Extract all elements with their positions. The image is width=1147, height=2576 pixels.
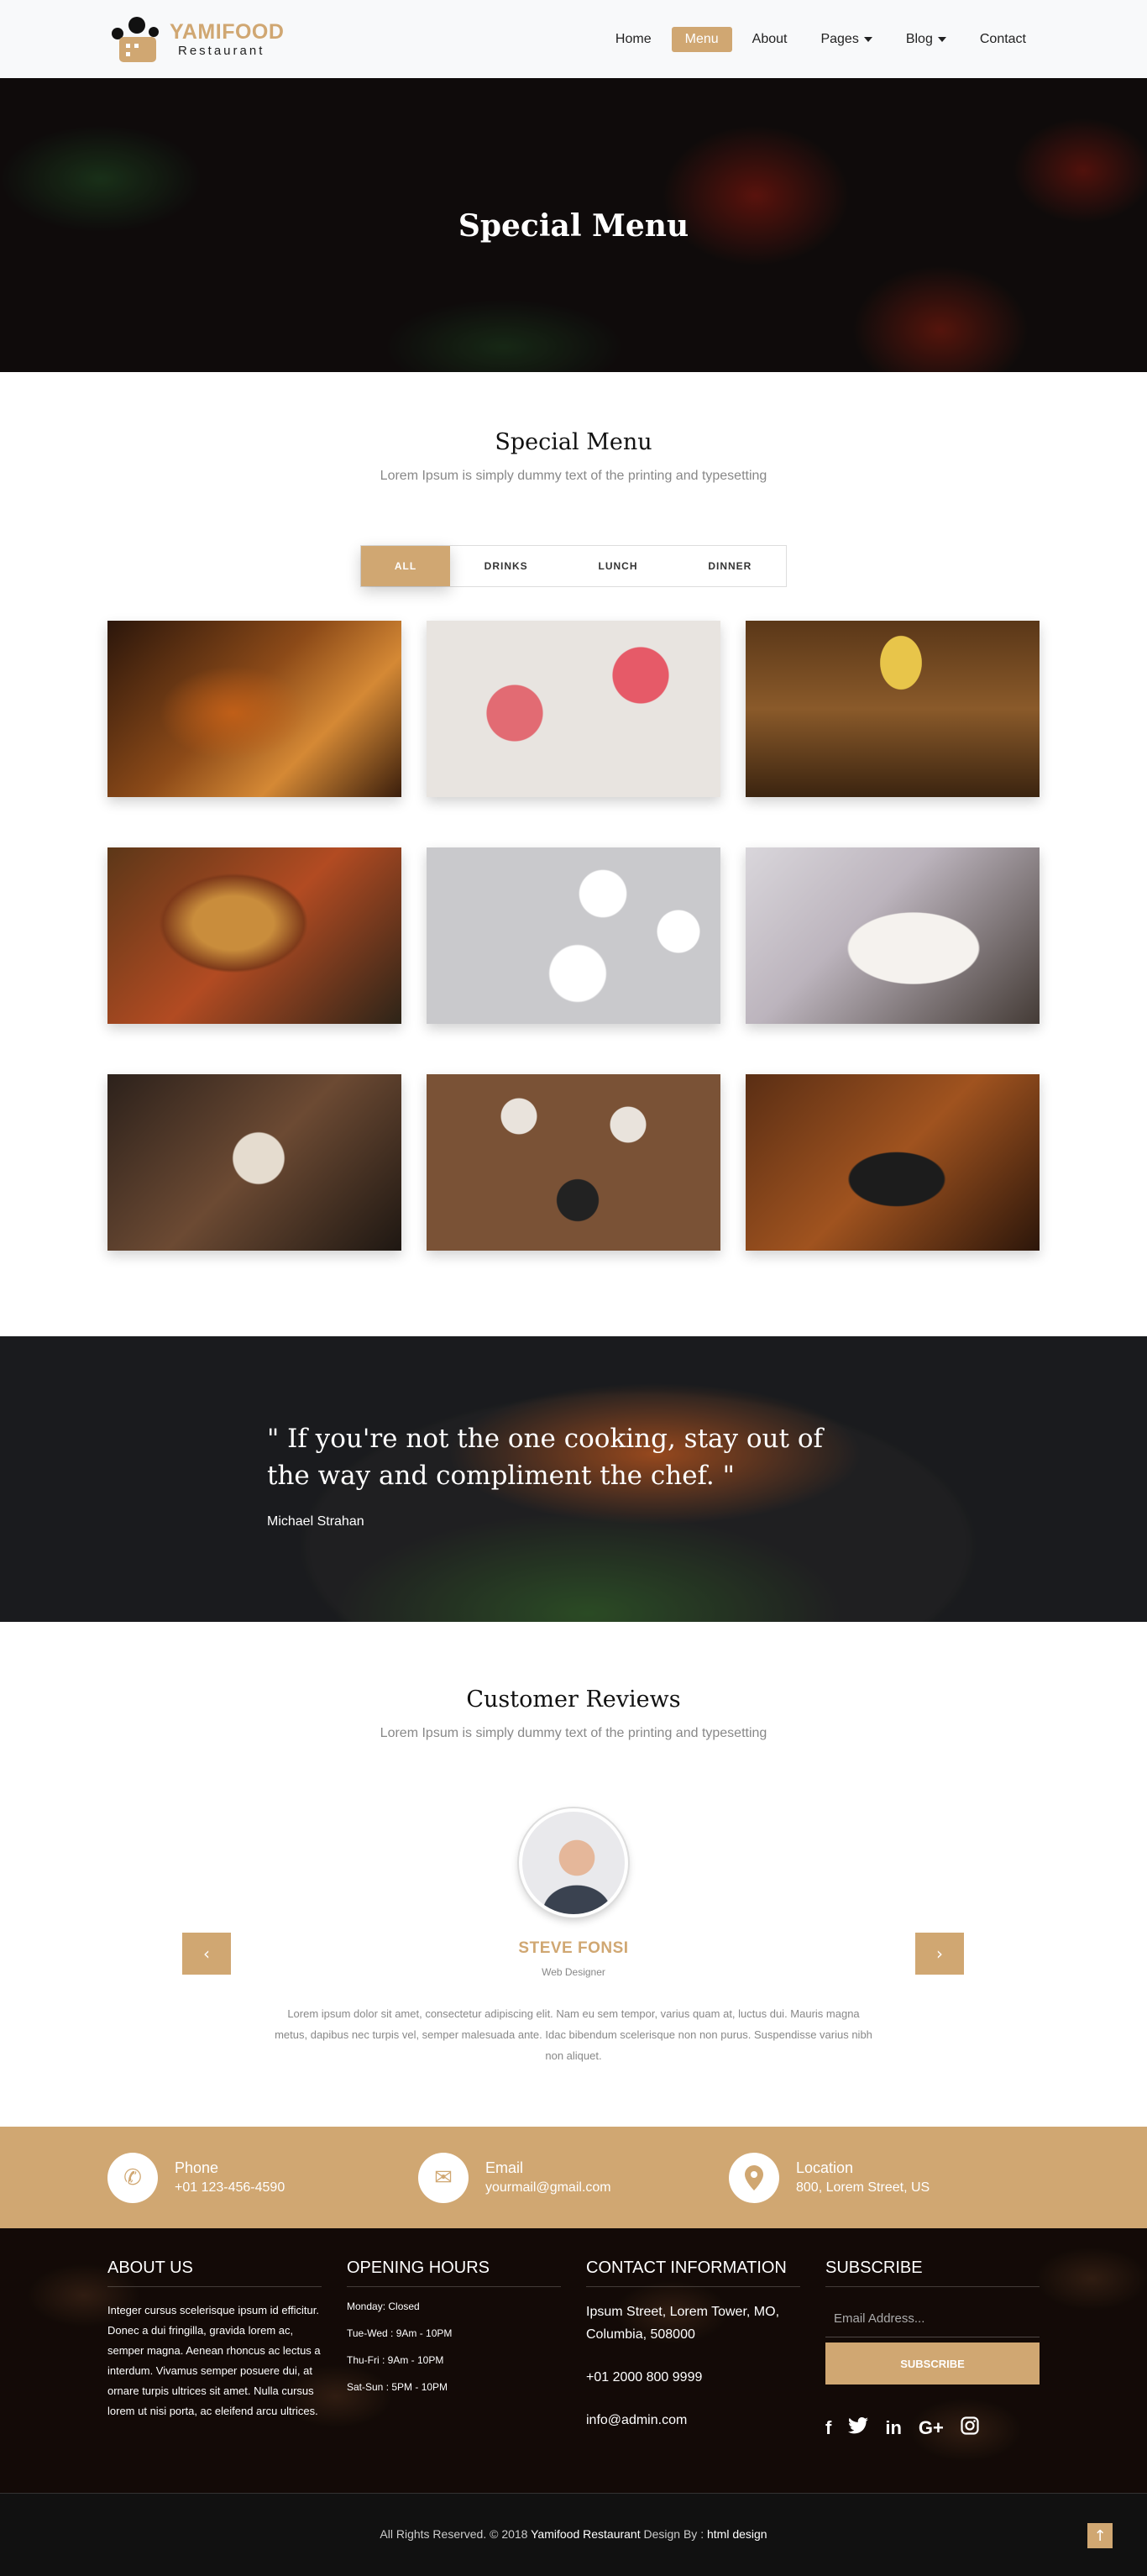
- contact-phone: ✆ Phone +01 123-456-4590: [107, 2152, 418, 2203]
- hours-item: Monday: Closed: [347, 2301, 420, 2312]
- nav-pages-label: Pages: [820, 31, 859, 46]
- menu-section: Special Menu Lorem Ipsum is simply dummy…: [0, 372, 1147, 1336]
- brand-tagline: Restaurant: [178, 43, 265, 58]
- subscribe-button[interactable]: SUBSCRIBE: [825, 2343, 1040, 2385]
- hours-item: Thu-Fri : 9Am - 10PM: [347, 2354, 444, 2366]
- carousel-next-button[interactable]: ›: [915, 1933, 964, 1975]
- google-plus-icon[interactable]: G+: [919, 2417, 944, 2439]
- chevron-right-icon: ›: [936, 1944, 943, 1964]
- menu-gallery: [107, 621, 1040, 1251]
- review-text: Lorem ipsum dolor sit amet, consectetur …: [275, 2007, 872, 2062]
- menu-heading: Special Menu Lorem Ipsum is simply dummy…: [107, 429, 1040, 484]
- subscribe-email-input[interactable]: [825, 2301, 1040, 2337]
- salmon-plate-image[interactable]: [746, 847, 1040, 1024]
- footer-email: info@admin.com: [586, 2413, 688, 2427]
- copyright-bar: All Rights Reserved. © 2018 Yamifood Res…: [0, 2493, 1147, 2576]
- carousel-prev-button[interactable]: ‹: [182, 1933, 231, 1975]
- copyright-company-link[interactable]: Yamifood Restaurant: [531, 2527, 640, 2541]
- hero-title: Special Menu: [458, 208, 689, 244]
- reviews-subtitle: Lorem Ipsum is simply dummy text of the …: [380, 1726, 767, 1740]
- twitter-icon[interactable]: [848, 2416, 869, 2439]
- instagram-icon[interactable]: [961, 2416, 979, 2440]
- email-label: Email: [485, 2159, 524, 2176]
- footer-phone: +01 2000 800 9999: [586, 2370, 703, 2385]
- dining-table-image[interactable]: [107, 1074, 401, 1251]
- pink-drinks-image[interactable]: [427, 621, 720, 797]
- nav-contact[interactable]: Contact: [966, 27, 1040, 52]
- skillet-dish-image[interactable]: [746, 1074, 1040, 1251]
- footer-contact: CONTACT INFORMATION Ipsum Street, Lorem …: [586, 2259, 800, 2452]
- caret-down-icon: [863, 36, 872, 42]
- copyright-designer-link[interactable]: html design: [707, 2527, 767, 2541]
- phone-icon: ✆: [107, 2152, 158, 2203]
- envelope-icon: ✉: [418, 2152, 469, 2203]
- brand-logo[interactable]: YAMIFOOD Restaurant: [107, 15, 284, 64]
- filter-dinner[interactable]: DINNER: [674, 546, 786, 586]
- chevron-left-icon: ‹: [203, 1944, 210, 1964]
- nav-blog-dropdown[interactable]: Blog: [893, 27, 960, 52]
- main-nav: Home Menu About Pages Blog Contact: [602, 26, 1040, 52]
- navbar: YAMIFOOD Restaurant Home Menu About Page…: [0, 0, 1147, 78]
- review-carousel: ‹ STEVE FONSI Web Designer Lorem ipsum d…: [0, 1808, 1147, 2066]
- footer-about-title: ABOUT US: [107, 2259, 322, 2287]
- beer-glass-image[interactable]: [746, 621, 1040, 797]
- footer-address: Ipsum Street, Lorem Tower, MO, Columbia,…: [586, 2305, 780, 2342]
- nav-about[interactable]: About: [739, 27, 801, 52]
- hero-banner: Special Menu: [0, 78, 1147, 372]
- phone-value: +01 123-456-4590: [175, 2180, 285, 2195]
- copyright-text: All Rights Reserved. © 2018 Yamifood Res…: [0, 2527, 1147, 2541]
- facebook-icon[interactable]: f: [825, 2417, 831, 2439]
- copyright-design-by: Design By :: [643, 2527, 704, 2541]
- arrow-up-icon: ↑: [1093, 2526, 1107, 2545]
- hours-item: Tue-Wed : 9Am - 10PM: [347, 2327, 453, 2339]
- menu-filter-bar: ALL DRINKS LUNCH DINNER: [360, 545, 787, 587]
- location-value: 800, Lorem Street, US: [796, 2180, 930, 2195]
- nav-home[interactable]: Home: [602, 27, 665, 52]
- copyright-prefix: All Rights Reserved. © 2018: [380, 2527, 528, 2541]
- reviews-heading: Customer Reviews Lorem Ipsum is simply d…: [0, 1687, 1147, 1741]
- reviewer-name: STEVE FONSI: [518, 1939, 629, 1957]
- contact-location: Location 800, Lorem Street, US: [729, 2152, 1040, 2203]
- korean-dishes-image[interactable]: [427, 1074, 720, 1251]
- reviewer-role: Web Designer: [542, 1966, 605, 1978]
- hours-item: Sat-Sun : 5PM - 10PM: [347, 2381, 448, 2393]
- reviewer-avatar: [519, 1808, 628, 1918]
- footer-about: ABOUT US Integer cursus scelerisque ipsu…: [107, 2259, 322, 2452]
- footer-contact-title: CONTACT INFORMATION: [586, 2259, 800, 2287]
- footer-subscribe-title: SUBSCRIBE: [825, 2259, 1040, 2287]
- footer-about-text: Integer cursus scelerisque ipsum id effi…: [107, 2304, 321, 2417]
- burger-image[interactable]: [107, 847, 401, 1024]
- cocktail-glass-image[interactable]: [107, 621, 401, 797]
- email-value: yourmail@gmail.com: [485, 2180, 611, 2195]
- phone-label: Phone: [175, 2159, 219, 2176]
- filter-drinks[interactable]: DRINKS: [450, 546, 562, 586]
- reviews-title: Customer Reviews: [466, 1687, 681, 1713]
- back-to-top-button[interactable]: ↑: [1087, 2523, 1113, 2548]
- footer-hours: OPENING HOURS Monday: Closed Tue-Wed : 9…: [347, 2259, 561, 2452]
- filter-lunch[interactable]: LUNCH: [562, 546, 673, 586]
- linkedin-icon[interactable]: in: [885, 2417, 902, 2439]
- salad-plates-image[interactable]: [427, 847, 720, 1024]
- social-links: f in G+: [825, 2416, 1040, 2440]
- filter-all[interactable]: ALL: [361, 546, 450, 586]
- quote-banner: " If you're not the one cooking, stay ou…: [0, 1336, 1147, 1622]
- nav-pages-dropdown[interactable]: Pages: [807, 27, 885, 52]
- footer-hours-title: OPENING HOURS: [347, 2259, 561, 2287]
- nav-blog-label: Blog: [905, 31, 933, 46]
- contact-email: ✉ Email yourmail@gmail.com: [418, 2152, 729, 2203]
- footer-subscribe: SUBSCRIBE SUBSCRIBE f in G+: [825, 2259, 1040, 2452]
- location-label: Location: [796, 2159, 854, 2176]
- quote-text: " If you're not the one cooking, stay ou…: [267, 1424, 823, 1491]
- nav-menu[interactable]: Menu: [671, 26, 732, 52]
- quote-author: Michael Strahan: [267, 1514, 364, 1529]
- contact-strip: ✆ Phone +01 123-456-4590 ✉ Email yourmai…: [0, 2127, 1147, 2228]
- chef-logo-icon: [112, 16, 159, 62]
- brand-name: YAMIFOOD: [170, 19, 285, 44]
- menu-title: Special Menu: [495, 429, 652, 455]
- map-marker-icon: [729, 2152, 779, 2203]
- menu-subtitle: Lorem Ipsum is simply dummy text of the …: [380, 469, 767, 483]
- footer: ABOUT US Integer cursus scelerisque ipsu…: [0, 2228, 1147, 2493]
- caret-down-icon: [937, 36, 946, 42]
- reviews-section: Customer Reviews Lorem Ipsum is simply d…: [0, 1622, 1147, 2127]
